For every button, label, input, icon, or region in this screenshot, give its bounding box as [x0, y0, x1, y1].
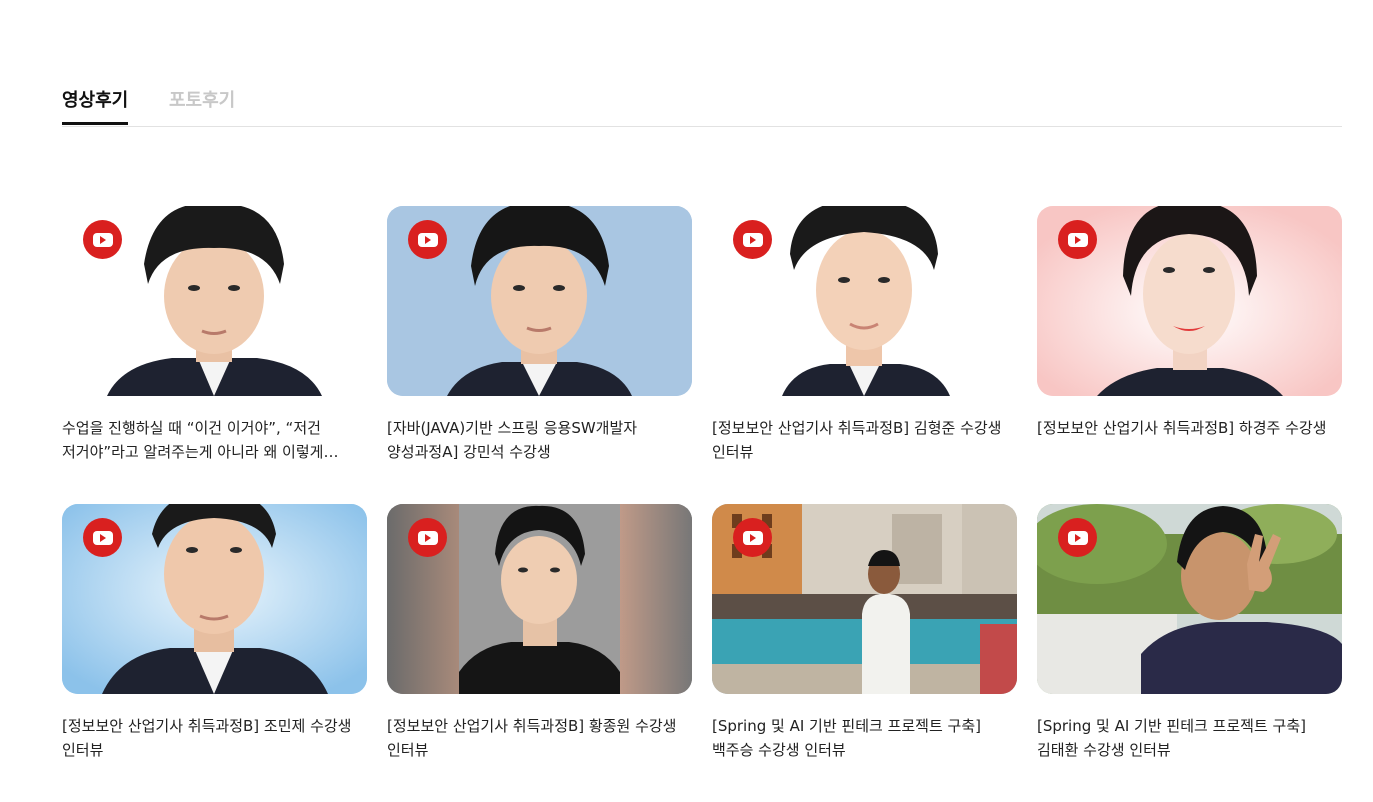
video-review-title[interactable]: [Spring 및 AI 기반 핀테크 프로젝트 구축] 김태환 수강생 인터뷰	[1037, 714, 1342, 762]
video-review-title[interactable]: [자바(JAVA)기반 스프링 응용SW개발자 양성과정A] 강민석 수강생	[387, 416, 692, 464]
video-review-card[interactable]: [정보보안 산업기사 취득과정B] 김형준 수강생 인터뷰	[712, 206, 1017, 504]
video-thumbnail[interactable]	[62, 504, 367, 694]
youtube-play-icon[interactable]	[83, 518, 122, 557]
video-review-card[interactable]: [Spring 및 AI 기반 핀테크 프로젝트 구축] 백주승 수강생 인터뷰	[712, 504, 1017, 802]
video-thumbnail[interactable]	[712, 206, 1017, 396]
video-thumbnail[interactable]	[1037, 206, 1342, 396]
video-thumbnail[interactable]	[712, 504, 1017, 694]
youtube-play-icon[interactable]	[733, 518, 772, 557]
youtube-play-icon[interactable]	[408, 220, 447, 259]
video-review-title[interactable]: [정보보안 산업기사 취득과정B] 김형준 수강생 인터뷰	[712, 416, 1017, 464]
youtube-play-icon[interactable]	[1058, 220, 1097, 259]
video-review-card[interactable]: [정보보안 산업기사 취득과정B] 조민제 수강생 인터뷰	[62, 504, 367, 802]
tab-photo-reviews[interactable]: 포토후기	[169, 86, 235, 122]
video-review-title[interactable]: [Spring 및 AI 기반 핀테크 프로젝트 구축] 백주승 수강생 인터뷰	[712, 714, 1017, 762]
video-review-card[interactable]: [정보보안 산업기사 취득과정B] 하경주 수강생	[1037, 206, 1342, 504]
video-review-title[interactable]: [정보보안 산업기사 취득과정B] 조민제 수강생 인터뷰	[62, 714, 367, 762]
video-review-title[interactable]: [정보보안 산업기사 취득과정B] 황종원 수강생 인터뷰	[387, 714, 692, 762]
youtube-play-icon[interactable]	[733, 220, 772, 259]
video-review-title[interactable]: 수업을 진행하실 때 “이건 이거야”, “저건 저거야”라고 알려주는게 아니…	[62, 416, 367, 464]
video-review-card[interactable]: [Spring 및 AI 기반 핀테크 프로젝트 구축] 김태환 수강생 인터뷰	[1037, 504, 1342, 802]
youtube-play-icon[interactable]	[83, 220, 122, 259]
video-review-card[interactable]: 수업을 진행하실 때 “이건 이거야”, “저건 저거야”라고 알려주는게 아니…	[62, 206, 367, 504]
video-thumbnail[interactable]	[387, 206, 692, 396]
video-thumbnail[interactable]	[62, 206, 367, 396]
tab-video-reviews[interactable]: 영상후기	[62, 86, 129, 125]
video-review-grid: 수업을 진행하실 때 “이건 이거야”, “저건 저거야”라고 알려주는게 아니…	[62, 206, 1342, 802]
youtube-play-icon[interactable]	[1058, 518, 1097, 557]
video-thumbnail[interactable]	[1037, 504, 1342, 694]
video-review-title[interactable]: [정보보안 산업기사 취득과정B] 하경주 수강생	[1037, 416, 1342, 440]
review-tabs: 영상후기 포토후기	[62, 86, 1342, 127]
youtube-play-icon[interactable]	[408, 518, 447, 557]
video-thumbnail[interactable]	[387, 504, 692, 694]
video-review-card[interactable]: [자바(JAVA)기반 스프링 응용SW개발자 양성과정A] 강민석 수강생	[387, 206, 692, 504]
video-review-card[interactable]: [정보보안 산업기사 취득과정B] 황종원 수강생 인터뷰	[387, 504, 692, 802]
